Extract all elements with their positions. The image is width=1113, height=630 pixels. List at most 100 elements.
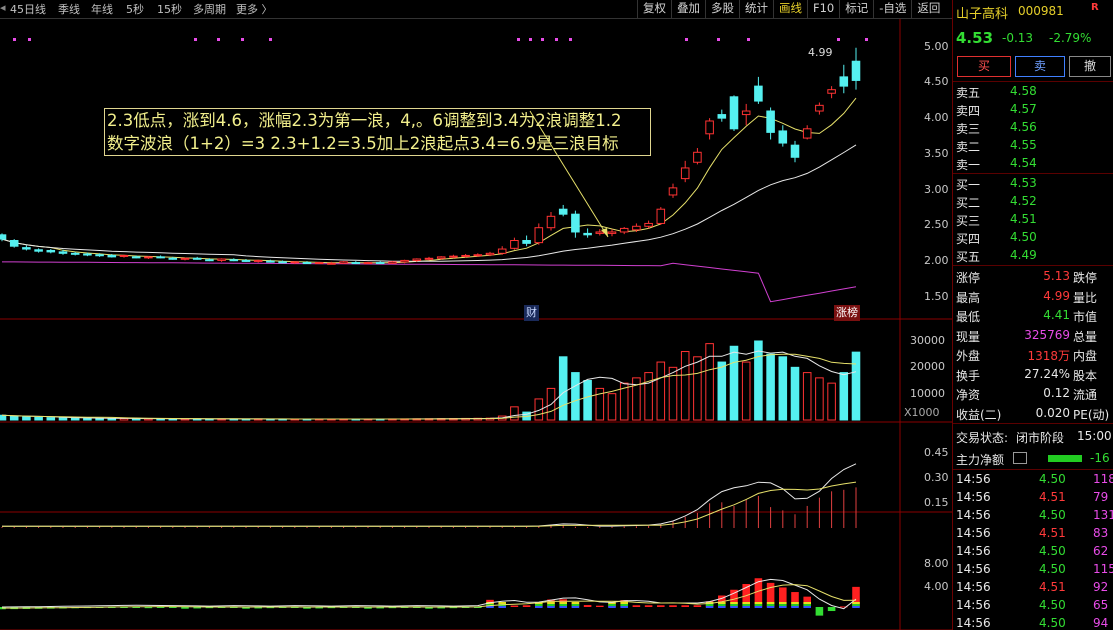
macd-band bbox=[754, 606, 763, 608]
tick-price: 4.50 bbox=[1039, 544, 1066, 558]
candle-body bbox=[156, 256, 165, 259]
stat-label: 最低 bbox=[956, 310, 981, 324]
macd-band bbox=[791, 604, 799, 606]
volume-bar bbox=[0, 414, 7, 421]
toolbar-item-15s[interactable]: 15秒 bbox=[157, 1, 182, 17]
candle-body bbox=[668, 187, 678, 196]
order-level-label: 买三 bbox=[956, 214, 981, 228]
candle-body bbox=[290, 261, 300, 264]
stat-value: 1318万 bbox=[1027, 349, 1070, 363]
candle-body bbox=[546, 215, 556, 229]
macd-band bbox=[718, 604, 726, 606]
signal-dot bbox=[269, 38, 272, 41]
main-net-bar bbox=[1048, 455, 1082, 462]
tick-price: 4.51 bbox=[1039, 580, 1066, 594]
candle-body bbox=[497, 248, 507, 254]
stat-label: 涨停 bbox=[956, 271, 981, 285]
macd-band bbox=[742, 602, 750, 604]
candle-body bbox=[168, 257, 178, 260]
candle-body bbox=[95, 254, 104, 257]
volume-bar bbox=[839, 372, 849, 421]
tab-tongji[interactable]: 统计 bbox=[739, 0, 773, 18]
volume-bar bbox=[558, 356, 568, 421]
volume-bar bbox=[9, 415, 19, 421]
candle-body bbox=[802, 128, 812, 139]
volume-bar bbox=[815, 377, 824, 421]
order-level-label: 卖四 bbox=[956, 104, 981, 118]
candle-body bbox=[461, 254, 470, 257]
ind1-axis-label: 0.30 bbox=[924, 471, 949, 484]
price-axis-label: 4.50 bbox=[924, 75, 949, 88]
macd-band bbox=[730, 602, 738, 604]
main-net-value: -16 bbox=[1090, 451, 1110, 465]
volume-bar bbox=[729, 345, 739, 421]
gainers-marker[interactable]: 涨榜 bbox=[834, 305, 860, 321]
candle-body bbox=[717, 114, 727, 119]
tick-time: 14:56 bbox=[956, 472, 991, 486]
volume-axis-label: 30000 bbox=[910, 334, 945, 347]
toolbar-item-more[interactable]: 更多 〉 bbox=[236, 1, 273, 17]
volume-bar bbox=[693, 356, 702, 421]
macd-band bbox=[547, 606, 555, 608]
macd-band bbox=[547, 604, 555, 606]
volume-bar bbox=[705, 343, 714, 421]
wave-annotation-box[interactable]: 2.3低点，涨到4.6，涨幅2.3为第一浪，4,。6调整到3.4为2浪调整1.2… bbox=[104, 108, 651, 156]
macd-band bbox=[779, 606, 787, 608]
macd-band bbox=[742, 606, 750, 608]
tick-price: 4.50 bbox=[1039, 616, 1066, 630]
stat-label: 量比 bbox=[1073, 290, 1098, 305]
macd-band bbox=[791, 602, 799, 604]
tab-zixuan[interactable]: -自选 bbox=[873, 0, 911, 18]
macd-band bbox=[498, 602, 506, 604]
macd-bar bbox=[583, 605, 592, 607]
candle-body bbox=[827, 89, 836, 94]
macd-bar bbox=[156, 607, 165, 608]
candle-body bbox=[473, 254, 483, 257]
tab-fuquan[interactable]: 复权 bbox=[637, 0, 671, 18]
volume-bar bbox=[717, 361, 727, 421]
candle-body bbox=[144, 256, 153, 259]
main-net-list-icon[interactable] bbox=[1013, 452, 1027, 464]
macd-band bbox=[779, 604, 787, 606]
finance-marker[interactable]: 财 bbox=[524, 305, 539, 321]
tab-huaxian[interactable]: 画线 bbox=[773, 0, 807, 18]
ind1-axis-label: 0.15 bbox=[924, 496, 949, 509]
stat-label: 收益(二) bbox=[956, 407, 1002, 422]
toolbar-item-5s[interactable]: 5秒 bbox=[126, 1, 144, 17]
buy-button[interactable]: 买 bbox=[957, 56, 1011, 77]
macd-bar bbox=[693, 605, 702, 607]
candle-body bbox=[351, 262, 361, 265]
tab-f10[interactable]: F10 bbox=[807, 0, 839, 18]
toolbar-item-season[interactable]: 季线 bbox=[58, 1, 80, 17]
volume-bar bbox=[34, 416, 43, 421]
tab-duogu[interactable]: 多股 bbox=[705, 0, 739, 18]
stat-label: 市值 bbox=[1073, 310, 1098, 324]
stock-code: 000981 bbox=[1018, 4, 1064, 18]
macd-band bbox=[803, 606, 811, 608]
annotation-line-2: 数字波浪（1+2）=3 2.3+1.2=3.5加上2浪起点3.4=6.9是三浪目… bbox=[107, 134, 619, 153]
signal-dot bbox=[569, 38, 572, 41]
cancel-button[interactable]: 撤 bbox=[1069, 56, 1111, 77]
order-level-price: 4.53 bbox=[1010, 176, 1037, 190]
tick-volume: 79 bbox=[1093, 490, 1109, 504]
candle-body bbox=[400, 259, 409, 263]
tab-biaoji[interactable]: 标记 bbox=[839, 0, 873, 18]
volume-bar bbox=[790, 366, 800, 421]
macd-band bbox=[718, 606, 726, 608]
toolbar-item-45day[interactable]: 45日线 bbox=[10, 1, 46, 17]
order-level-price: 4.56 bbox=[1010, 120, 1037, 134]
tab-fanhui[interactable]: 返回 bbox=[911, 0, 945, 18]
candle-body bbox=[693, 151, 702, 163]
volume-bar bbox=[754, 340, 763, 421]
candle-body bbox=[46, 249, 56, 253]
toolbar-left-arrow[interactable]: ◂ bbox=[0, 1, 6, 14]
tab-diejia[interactable]: 叠加 bbox=[671, 0, 705, 18]
price-axis-label: 2.00 bbox=[924, 254, 949, 267]
toolbar-item-multiperiod[interactable]: 多周期 bbox=[193, 1, 226, 17]
sell-button[interactable]: 卖 bbox=[1015, 56, 1065, 77]
toolbar-item-year[interactable]: 年线 bbox=[91, 1, 113, 17]
signal-dot bbox=[555, 38, 558, 41]
volume-bar bbox=[58, 417, 68, 421]
candle-body bbox=[656, 208, 666, 224]
candle-body bbox=[754, 85, 763, 102]
